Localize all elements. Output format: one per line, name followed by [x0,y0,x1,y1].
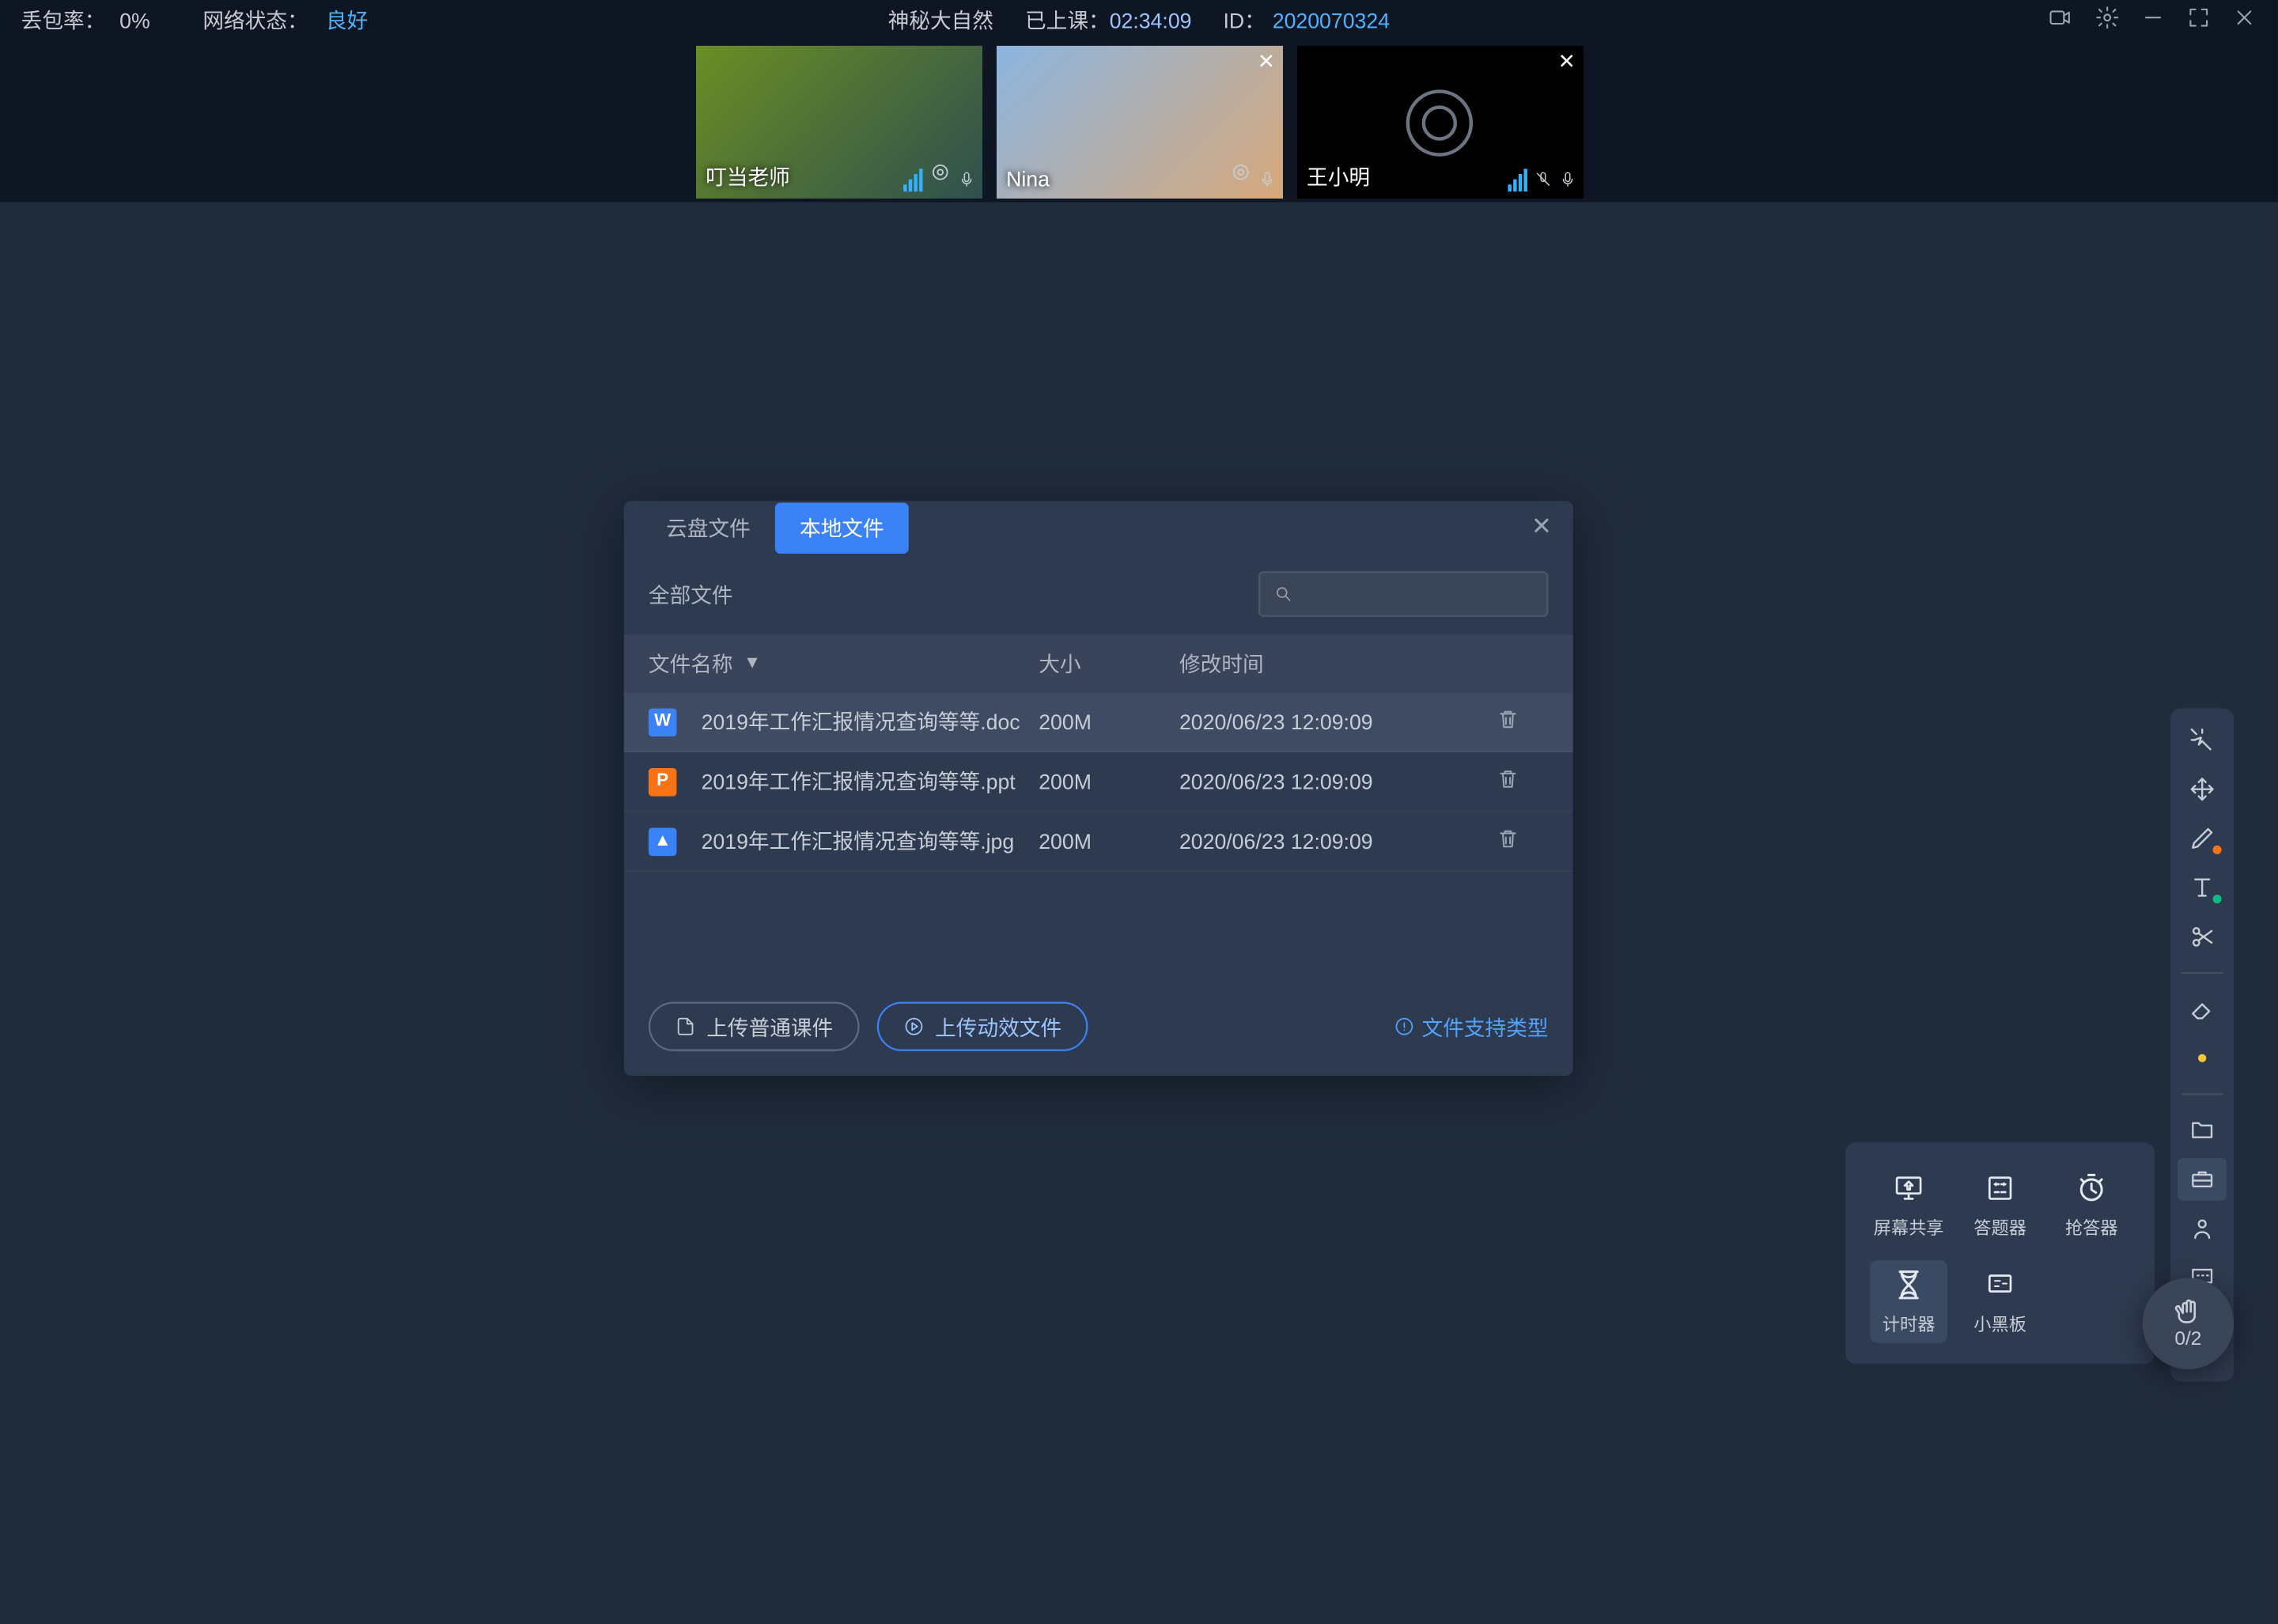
table-row[interactable]: W 2019年工作汇报情况查询等等.doc 200M2020/06/23 12:09… [624,692,1573,752]
delete-icon[interactable] [1496,831,1520,856]
tools-popover: 屏幕共享 答题器 抢答器 计时器 小黑板 [1845,1142,2155,1364]
camera-toggle-icon[interactable] [2045,6,2074,36]
file-dialog: 云盘文件 本地文件 ✕ 全部文件 文件名称 ▼ 大小 修改时间 W 2019年工作… [624,501,1573,1076]
filetype-icon: W [649,707,677,736]
sort-caret-icon: ▼ [744,654,761,673]
signal-bars-icon [1507,167,1526,191]
tile-close-icon[interactable]: ✕ [1558,49,1576,74]
tool-text[interactable] [2178,866,2227,908]
col-size-header[interactable]: 大小 [1039,649,1179,679]
mic-icon [1258,167,1275,191]
tool-answer[interactable]: 答题器 [1962,1164,2039,1246]
table-header: 文件名称 ▼ 大小 修改时间 [624,634,1573,692]
mic-muted-icon [1534,167,1551,191]
tool-move[interactable] [2178,768,2227,810]
tool-laser-pointer[interactable] [2178,719,2227,761]
search-input[interactable] [1258,571,1549,617]
table-row[interactable]: P 2019年工作汇报情况查询等等.ppt 200M2020/06/23 12:09… [624,752,1573,812]
packet-loss-value: 0% [119,8,150,32]
search-icon [1274,584,1293,605]
elapsed-value: 02:34:09 [1110,9,1192,33]
video-tile[interactable]: ✕ Nina [996,46,1282,199]
signal-bars-icon [902,167,921,191]
mic-icon [957,167,974,191]
camera-on-icon [1229,160,1251,191]
col-time-header[interactable]: 修改时间 [1179,649,1496,679]
close-icon[interactable] [2232,6,2257,36]
tool-screen-share[interactable]: 屏幕共享 [1870,1164,1947,1246]
upload-animated-button[interactable]: 上传动效文件 [877,1002,1088,1051]
file-size: 200M [1039,769,1179,793]
tool-quick-answer[interactable]: 抢答器 [2053,1164,2130,1246]
dialog-close-icon[interactable]: ✕ [1531,512,1552,542]
tool-pen[interactable] [2178,817,2227,859]
tool-eraser[interactable] [2178,988,2227,1030]
hand-raise-count: 0/2 [2174,1329,2201,1350]
camera-off-icon [1406,89,1473,155]
room-title: 神秘大自然 [888,6,993,36]
file-size: 200M [1039,710,1179,734]
delete-icon[interactable] [1496,771,1520,796]
file-name: 2019年工作汇报情况查询等等.ppt [702,767,1016,797]
fullscreen-icon[interactable] [2186,6,2211,36]
delete-icon[interactable] [1496,712,1520,736]
participant-name: Nina [1006,167,1050,191]
tab-local-files[interactable]: 本地文件 [775,502,909,552]
tab-cloud-files[interactable]: 云盘文件 [641,502,775,552]
hand-raise-button[interactable]: 0/2 [2143,1278,2234,1369]
camera-on-icon [929,160,950,191]
col-name-header[interactable]: 文件名称 ▼ [649,649,1039,679]
settings-icon[interactable] [2095,6,2120,36]
file-time: 2020/06/23 12:09:09 [1179,769,1496,793]
tool-color-picker[interactable] [2178,1037,2227,1079]
filetype-icon: P [649,767,677,796]
tool-participant[interactable] [2178,1208,2227,1250]
mic-icon [1558,167,1576,191]
file-name: 2019年工作汇报情况查询等等.jpg [702,826,1015,856]
participant-name: 叮当老师 [706,161,790,191]
tool-scissors[interactable] [2178,916,2227,958]
file-time: 2020/06/23 12:09:09 [1179,710,1496,734]
supported-types-link[interactable]: 文件支持类型 [1394,1012,1549,1042]
video-tile[interactable]: ✕ 王小明 [1296,46,1583,199]
tile-close-icon[interactable]: ✕ [1258,49,1275,74]
file-name: 2019年工作汇报情况查询等等.doc [702,706,1020,736]
tool-toolbox[interactable] [2178,1158,2227,1200]
upload-normal-button[interactable]: 上传普通课件 [649,1002,860,1051]
network-status-value: 良好 [326,6,368,36]
packet-loss-label: 丢包率： [21,6,106,36]
room-id-value: 2020070324 [1273,9,1390,33]
video-tile[interactable]: 叮当老师 [695,46,982,199]
room-id-label: ID： [1223,9,1265,33]
elapsed-label: 已上课： [1025,9,1110,33]
network-status-label: 网络状态： [202,6,308,36]
filetype-icon: ▲ [649,827,677,855]
table-row[interactable]: ▲ 2019年工作汇报情况查询等等.jpg 200M2020/06/23 12:09… [624,812,1573,873]
file-size: 200M [1039,829,1179,854]
participant-video-strip: 叮当老师 ✕ Nina ✕ 王小明 [0,40,2278,202]
file-time: 2020/06/23 12:09:09 [1179,829,1496,854]
tool-timer[interactable]: 计时器 [1870,1260,1947,1342]
tool-blackboard[interactable]: 小黑板 [1962,1260,2039,1342]
participant-name: 王小明 [1307,161,1370,191]
minimize-icon[interactable] [2140,6,2165,36]
breadcrumb[interactable]: 全部文件 [649,579,733,609]
search-field[interactable] [1304,581,1533,606]
tool-folder[interactable] [2178,1109,2227,1151]
top-status-bar: 丢包率： 0% 网络状态： 良好 神秘大自然 已上课：02:34:09 ID： 202… [0,0,2278,40]
